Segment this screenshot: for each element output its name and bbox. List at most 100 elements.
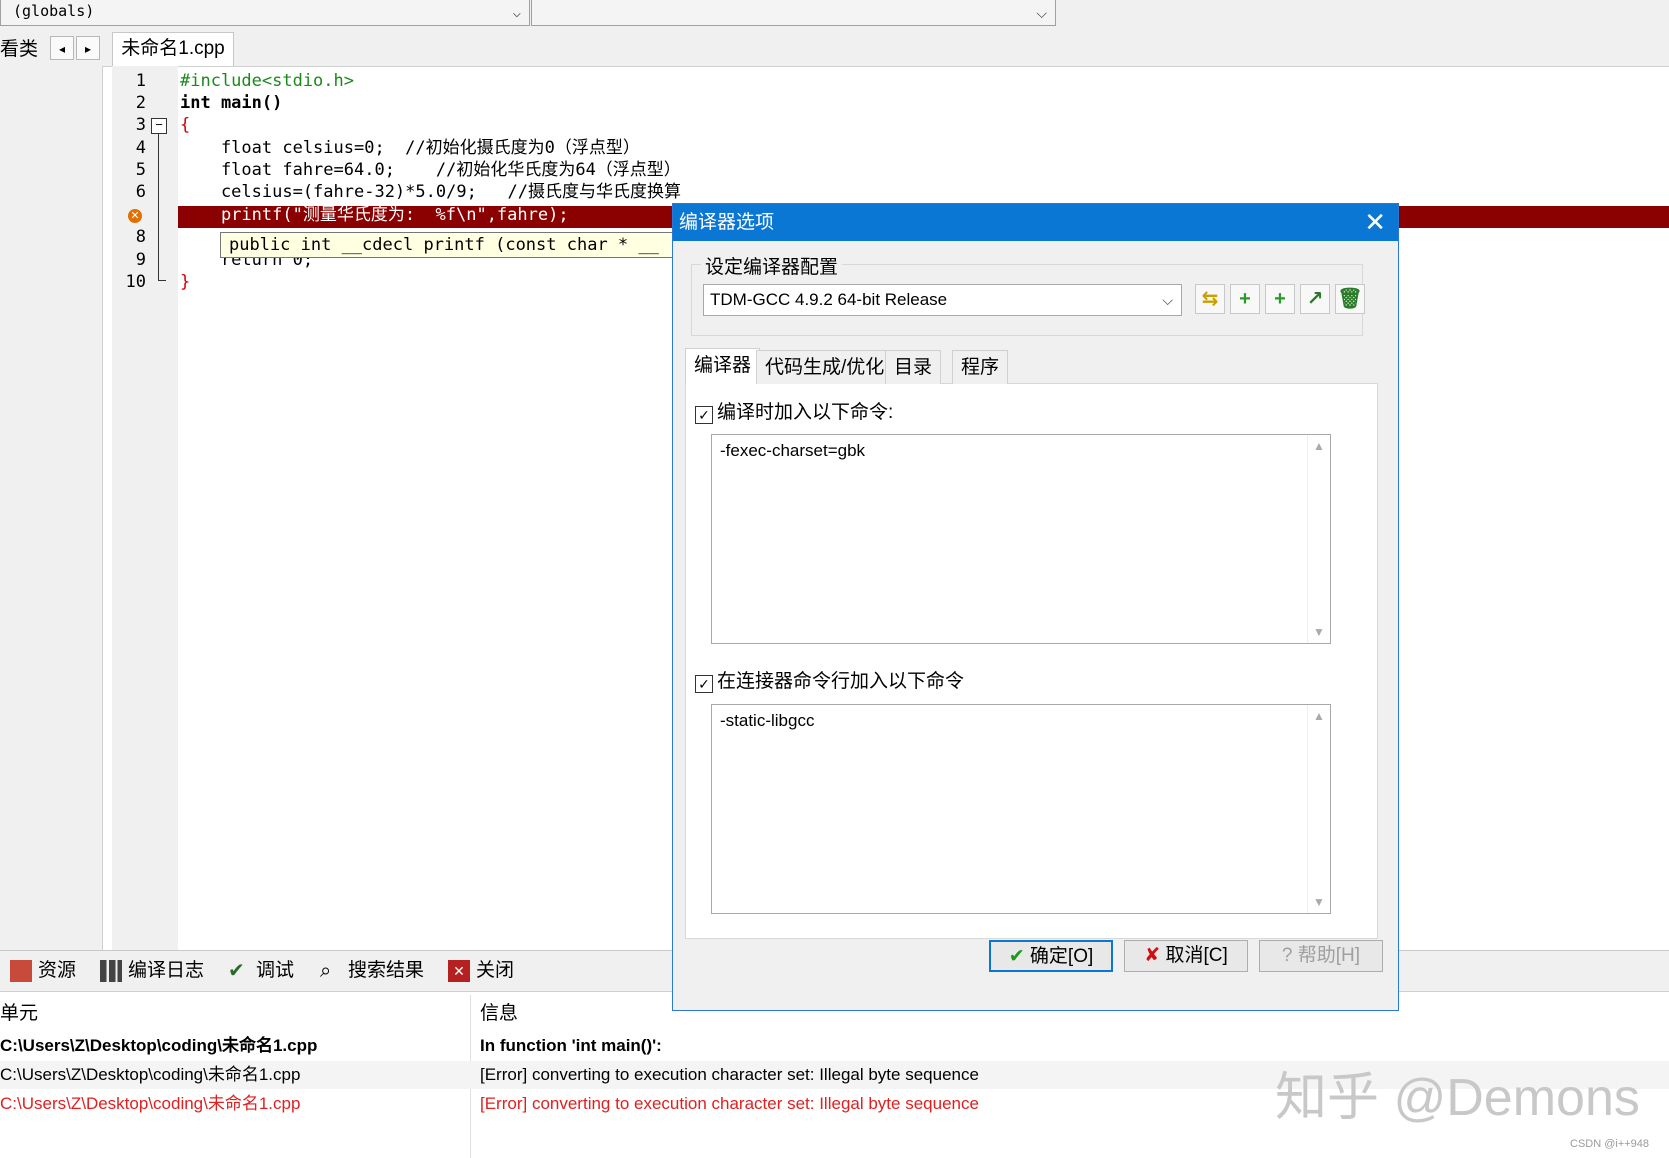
checkbox-label: 在连接器命令行加入以下命令 [717, 671, 965, 692]
fold-collapse-icon[interactable]: − [151, 118, 167, 134]
line-number: 2 [135, 93, 146, 113]
code-line[interactable]: float fahre=64.0; //初始化华氏度为64（浮点型） [180, 159, 681, 181]
scroll-up-icon: ▲ [1313, 709, 1325, 723]
tab-compiler[interactable]: 编译器 [685, 348, 761, 384]
checkbox-checked-icon: ✓ [695, 406, 713, 424]
tab-untitled-cpp[interactable]: 未命名1.cpp [112, 32, 234, 66]
column-header-info[interactable]: 信息 [480, 998, 518, 1025]
tab-debug[interactable]: ✔ 调试 [228, 957, 294, 985]
member-combo[interactable]: ⌵ [531, 0, 1056, 26]
chevron-down-icon: ⌵ [1162, 292, 1173, 308]
scroll-up-icon: ▲ [1313, 439, 1325, 453]
tab-label: 编译日志 [128, 960, 205, 981]
cancel-button-label: 取消[C] [1165, 945, 1228, 966]
line-number: 1 [135, 71, 146, 91]
compile-commands-textarea[interactable]: -fexec-charset=gbk ▲ ▼ [711, 434, 1331, 644]
export-profile-icon[interactable]: ↗ [1300, 284, 1330, 314]
compiler-profile-value: TDM-GCC 4.9.2 64-bit Release [710, 290, 948, 309]
add-profile-icon[interactable]: + [1230, 284, 1260, 314]
cell-unit: C:\Users\Z\Desktop\coding\未命名1.cpp [0, 1065, 301, 1084]
linker-commands-textarea[interactable]: -static-libgcc ▲ ▼ [711, 704, 1331, 914]
cell-unit: C:\Users\Z\Desktop\coding\未命名1.cpp [0, 1094, 301, 1113]
cell-info: In function 'int main()': [480, 1036, 662, 1055]
line-number: 3 [135, 115, 146, 135]
csdn-credit: CSDN @i++948 [1570, 1138, 1650, 1150]
compiler-profile-select[interactable]: TDM-GCC 4.9.2 64-bit Release ⌵ [703, 284, 1182, 316]
compile-commands-checkbox[interactable]: ✓ 编译时加入以下命令: [695, 397, 893, 424]
tab-label: 调试 [256, 960, 295, 981]
line-number: 8 [135, 227, 146, 247]
tab-search-results[interactable]: ⌕ 搜索结果 [320, 957, 424, 985]
error-marker-icon: ✕ [128, 209, 142, 223]
close-icon: ✕ [448, 959, 470, 982]
linker-commands-checkbox[interactable]: ✓ 在连接器命令行加入以下命令 [695, 666, 964, 693]
checkbox-label: 编译时加入以下命令: [717, 402, 894, 423]
ok-button[interactable]: ✔ 确定[O] [989, 940, 1113, 972]
fold-guide-end [158, 280, 166, 281]
line-number: 5 [135, 160, 146, 180]
resources-icon [10, 959, 32, 982]
cancel-button[interactable]: ✘ 取消[C] [1124, 940, 1248, 972]
magnifier-icon: ⌕ [320, 959, 332, 982]
add-profile-copy-icon[interactable]: + [1265, 284, 1295, 314]
delete-profile-icon[interactable]: 🗑 [1335, 284, 1365, 314]
ok-button-label: 确定[O] [1029, 946, 1094, 967]
scrollbar[interactable]: ▲ ▼ [1307, 435, 1330, 643]
code-line[interactable]: } [180, 271, 190, 293]
line-number: 10 [125, 272, 146, 292]
scrollbar[interactable]: ▲ ▼ [1307, 705, 1330, 913]
group-label: 设定编译器配置 [701, 252, 843, 279]
cell-info: [Error] converting to execution characte… [480, 1094, 979, 1113]
line-number: 9 [135, 250, 146, 270]
tab-close[interactable]: ✕ 关闭 [448, 957, 514, 985]
code-line-error[interactable]: printf("测量华氏度为: %f\n",fahre); [180, 204, 569, 226]
bar-chart-icon [100, 959, 122, 982]
dialog-title-bar[interactable]: 编译器选项 ✕ [673, 204, 1398, 241]
scope-combo[interactable]: (globals) ⌵ [0, 0, 530, 26]
scope-combo-value: (globals) [13, 2, 95, 20]
tab-label: 资源 [38, 960, 77, 981]
linker-commands-value: -static-libgcc [720, 711, 815, 730]
tab-label: 搜索结果 [348, 960, 425, 981]
code-line[interactable]: celsius=(fahre-32)*5.0/9; //摄氏度与华氏度换算 [180, 181, 681, 203]
check-icon: ✔ [228, 959, 245, 982]
fold-guide [158, 133, 159, 280]
function-signature-tooltip: public int __cdecl printf (const char * … [220, 232, 680, 258]
scroll-down-icon: ▼ [1313, 895, 1325, 909]
rename-profile-icon[interactable]: ⇆ [1195, 284, 1225, 314]
checkbox-checked-icon: ✓ [695, 675, 713, 693]
tab-prev-button[interactable]: ◂ [50, 36, 74, 60]
cell-unit: C:\Users\Z\Desktop\coding\未命名1.cpp [0, 1036, 318, 1055]
help-button[interactable]: ? 帮助[H] [1259, 940, 1383, 972]
help-button-label: 帮助[H] [1297, 945, 1361, 966]
code-line[interactable]: float celsius=0; //初始化摄氏度为0（浮点型） [180, 137, 640, 159]
tab-next-button[interactable]: ▸ [76, 36, 100, 60]
code-line[interactable]: #include<stdio.h> [180, 70, 354, 92]
dialog-title: 编译器选项 [679, 212, 775, 233]
class-browser-tab[interactable]: 看类 [0, 34, 38, 61]
code-line[interactable]: int main() [180, 92, 282, 114]
class-browser-panel [0, 66, 103, 950]
watermark-text: 知乎 @Demons [1275, 1069, 1640, 1127]
check-icon: ✔ [1008, 946, 1025, 967]
chevron-down-icon: ⌵ [1036, 5, 1047, 21]
tab-programs[interactable]: 程序 [952, 350, 1009, 384]
close-icon[interactable]: ✕ [1364, 204, 1386, 241]
tab-label: 关闭 [476, 960, 515, 981]
compile-commands-value: -fexec-charset=gbk [720, 441, 866, 460]
help-icon: ? [1281, 945, 1293, 966]
line-number: 6 [135, 182, 146, 202]
scroll-down-icon: ▼ [1313, 625, 1325, 639]
cancel-x-icon: ✘ [1144, 945, 1161, 966]
tab-resources[interactable]: 资源 [10, 957, 76, 985]
cell-info: [Error] converting to execution characte… [480, 1065, 979, 1084]
tab-code-generation[interactable]: 代码生成/优化 [756, 350, 894, 384]
editor-tab-bar [0, 30, 1669, 67]
chevron-down-icon: ⌵ [512, 5, 521, 21]
tab-compile-log[interactable]: 编译日志 [100, 957, 204, 985]
compiler-options-dialog: 编译器选项 ✕ 设定编译器配置 TDM-GCC 4.9.2 64-bit Rel… [672, 203, 1399, 1011]
tab-directories[interactable]: 目录 [885, 350, 942, 384]
column-header-unit[interactable]: 单元 [0, 998, 38, 1025]
line-number: 4 [135, 138, 146, 158]
code-line[interactable]: { [180, 114, 190, 136]
